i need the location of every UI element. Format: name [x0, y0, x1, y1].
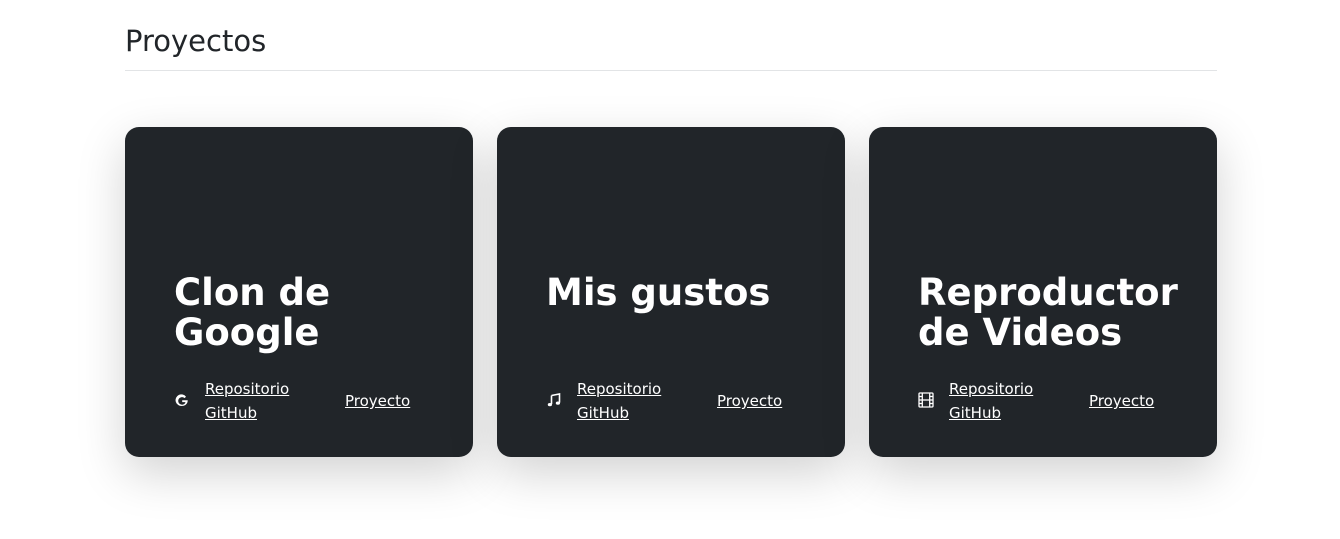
projects-page: Proyectos Clon de Google Repositorio Git… — [0, 0, 1340, 539]
project-card-mis-gustos: Mis gustos Repositorio GitHub Proyecto — [497, 127, 845, 457]
google-icon — [173, 391, 191, 409]
project-link[interactable]: Proyecto — [1089, 389, 1154, 413]
card-footer: Repositorio GitHub Proyecto — [173, 377, 433, 425]
music-note-icon — [545, 391, 563, 409]
card-footer: Repositorio GitHub Proyecto — [545, 377, 805, 425]
project-card-google-clone: Clon de Google Repositorio GitHub Proyec… — [125, 127, 473, 457]
repository-github-link[interactable]: Repositorio GitHub — [577, 377, 687, 425]
card-footer: Repositorio GitHub Proyecto — [917, 377, 1177, 425]
project-link[interactable]: Proyecto — [345, 389, 410, 413]
film-icon — [917, 391, 935, 409]
card-title: Clon de Google — [174, 271, 331, 354]
section-title: Proyectos — [125, 24, 267, 58]
project-card-video-player: Reproductor de Videos Repositorio GitHub — [869, 127, 1217, 457]
section-divider — [125, 70, 1217, 71]
repository-github-link[interactable]: Repositorio GitHub — [205, 377, 315, 425]
project-link[interactable]: Proyecto — [717, 389, 782, 413]
project-cards: Clon de Google Repositorio GitHub Proyec… — [125, 127, 1217, 457]
card-title: Reproductor de Videos — [918, 271, 1178, 354]
card-title: Mis gustos — [546, 271, 771, 314]
repository-github-link[interactable]: Repositorio GitHub — [949, 377, 1059, 425]
